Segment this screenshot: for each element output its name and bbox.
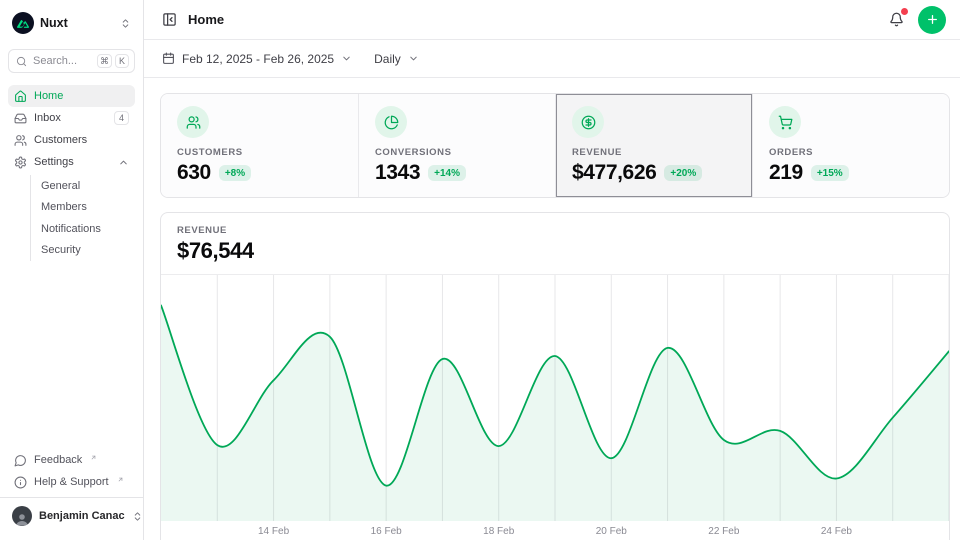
- help-support-link[interactable]: Help & Support: [8, 471, 135, 493]
- stat-label: Orders: [769, 147, 933, 158]
- sidebar-item-label: Settings: [34, 156, 111, 168]
- kbd-meta: ⌘: [97, 54, 112, 68]
- house-icon: [14, 90, 27, 103]
- x-tick-label: 14 Feb: [258, 526, 289, 537]
- sidebar-nav: Home Inbox 4 Customers Settings Genera: [8, 85, 135, 261]
- sidebar-item-inbox[interactable]: Inbox 4: [8, 107, 135, 129]
- user-menu[interactable]: Benjamin Canac: [0, 497, 143, 528]
- circle-dollar-icon: [572, 106, 604, 138]
- users-icon: [177, 106, 209, 138]
- granularity-select[interactable]: Daily: [372, 48, 421, 70]
- info-circle-icon: [14, 476, 27, 489]
- help-support-label: Help & Support: [34, 476, 109, 488]
- sidebar-collapse-button[interactable]: [160, 10, 179, 29]
- chevrons-up-down-icon: [120, 18, 131, 29]
- plus-icon: [926, 13, 939, 26]
- settings-subnav: General Members Notifications Security: [30, 175, 135, 261]
- date-range-value: Feb 12, 2025 - Feb 26, 2025: [182, 52, 334, 66]
- chevrons-up-down-icon: [132, 511, 143, 522]
- sidebar-item-members[interactable]: Members: [41, 197, 135, 219]
- arrow-up-right-icon: [117, 476, 124, 483]
- sidebar-item-settings[interactable]: Settings: [8, 151, 135, 173]
- chevron-down-icon: [341, 53, 352, 64]
- sidebar-item-customers[interactable]: Customers: [8, 129, 135, 151]
- kbd-k: K: [115, 54, 129, 68]
- inbox-count-badge: 4: [114, 111, 129, 125]
- feedback-link[interactable]: Feedback: [8, 449, 135, 471]
- revenue-chart-card: Revenue $76,544 14 Feb 16 Feb 18 Feb 20 Feb…: [160, 212, 950, 540]
- notification-dot: [901, 8, 908, 15]
- stat-card-revenue[interactable]: Revenue $477,626 +20%: [555, 94, 752, 197]
- stat-value: $477,626: [572, 161, 656, 185]
- add-button[interactable]: [918, 6, 946, 34]
- chart-x-axis: 14 Feb 16 Feb 18 Feb 20 Feb 22 Feb 24 Feb: [161, 521, 949, 540]
- panel-left-close-icon: [162, 12, 177, 27]
- granularity-value: Daily: [374, 52, 401, 66]
- sidebar-item-label: Home: [34, 90, 129, 102]
- feedback-label: Feedback: [34, 454, 82, 466]
- workspace-switcher[interactable]: Nuxt: [8, 10, 135, 36]
- gear-icon: [14, 156, 27, 169]
- nuxt-logo-icon: [12, 12, 34, 34]
- sidebar-item-label: Inbox: [34, 112, 107, 124]
- stat-value: 1343: [375, 161, 420, 185]
- dashboard-content: Customers 630 +8% Conversions 1343 +14%: [144, 78, 960, 540]
- sidebar-item-home[interactable]: Home: [8, 85, 135, 107]
- workspace-name: Nuxt: [40, 16, 114, 30]
- stat-delta-badge: +15%: [811, 165, 849, 181]
- search-shortcut: ⌘ K: [97, 54, 129, 68]
- stats-row: Customers 630 +8% Conversions 1343 +14%: [160, 93, 950, 198]
- chevron-up-icon: [118, 157, 129, 168]
- stat-label: Revenue: [572, 147, 736, 158]
- sidebar: Nuxt Search... ⌘ K Home Inbox 4: [0, 0, 144, 540]
- stat-value: 630: [177, 161, 211, 185]
- main-panel: Home Feb 12, 2025 - Feb 26, 2025: [144, 0, 960, 540]
- chart-pie-icon: [375, 106, 407, 138]
- stat-label: Customers: [177, 147, 342, 158]
- chevron-down-icon: [408, 53, 419, 64]
- stat-card-conversions[interactable]: Conversions 1343 +14%: [358, 94, 555, 197]
- x-tick-label: 20 Feb: [596, 526, 627, 537]
- stat-value: 219: [769, 161, 803, 185]
- sidebar-item-notifications[interactable]: Notifications: [41, 218, 135, 240]
- search-placeholder: Search...: [33, 55, 91, 67]
- date-range-picker[interactable]: Feb 12, 2025 - Feb 26, 2025: [160, 48, 354, 70]
- user-name: Benjamin Canac: [39, 510, 125, 522]
- stat-card-customers[interactable]: Customers 630 +8%: [161, 94, 358, 197]
- calendar-icon: [162, 52, 175, 65]
- stat-label: Conversions: [375, 147, 539, 158]
- filter-toolbar: Feb 12, 2025 - Feb 26, 2025 Daily: [144, 40, 960, 78]
- search-icon: [16, 56, 27, 67]
- revenue-area-chart[interactable]: 14 Feb 16 Feb 18 Feb 20 Feb 22 Feb 24 Feb: [161, 274, 949, 540]
- stat-delta-badge: +20%: [664, 165, 702, 181]
- page-title: Home: [188, 12, 224, 27]
- notifications-button[interactable]: [887, 10, 906, 29]
- arrow-up-right-icon: [90, 454, 97, 461]
- x-tick-label: 24 Feb: [821, 526, 852, 537]
- inbox-icon: [14, 112, 27, 125]
- stat-card-orders[interactable]: Orders 219 +15%: [752, 94, 949, 197]
- chat-bubble-icon: [14, 454, 27, 467]
- top-header: Home: [144, 0, 960, 40]
- cart-icon: [769, 106, 801, 138]
- x-tick-label: 16 Feb: [371, 526, 402, 537]
- sidebar-footer: Feedback Help & Support Benjamin Canac: [8, 449, 135, 532]
- search-input[interactable]: Search... ⌘ K: [8, 49, 135, 73]
- chart-total-value: $76,544: [177, 238, 933, 264]
- chart-title: Revenue: [177, 225, 933, 236]
- stat-delta-badge: +14%: [428, 165, 466, 181]
- users-icon: [14, 134, 27, 147]
- stat-delta-badge: +8%: [219, 165, 251, 181]
- x-tick-label: 18 Feb: [483, 526, 514, 537]
- x-tick-label: 22 Feb: [708, 526, 739, 537]
- avatar: [12, 506, 32, 526]
- sidebar-item-general[interactable]: General: [41, 175, 135, 197]
- sidebar-item-security[interactable]: Security: [41, 240, 135, 262]
- sidebar-item-label: Customers: [34, 134, 129, 146]
